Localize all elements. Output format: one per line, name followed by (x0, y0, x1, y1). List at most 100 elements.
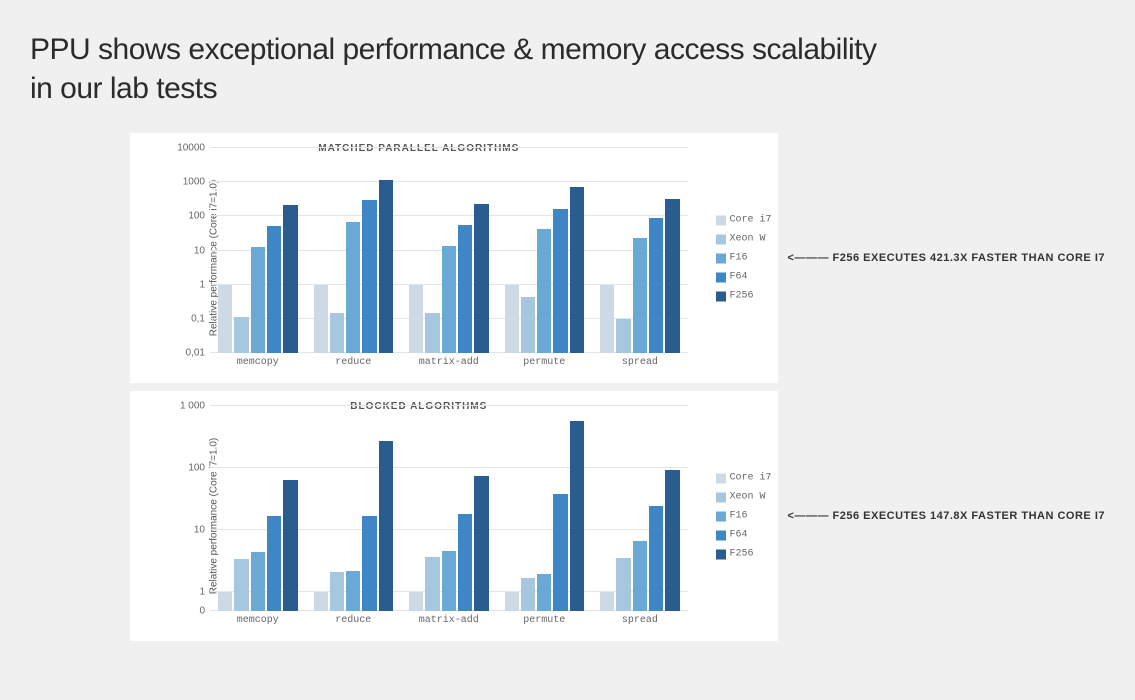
bar (346, 571, 360, 611)
title-line-2: in our lab tests (30, 72, 217, 105)
legend-label: Core i7 (730, 215, 772, 226)
bar (442, 551, 456, 611)
bar (251, 247, 265, 353)
legend-swatch (716, 530, 726, 540)
chart-annotation: <——— F256 EXECUTES 421.3X FASTER THAN CO… (788, 252, 1105, 264)
legend-item: F16 (716, 253, 772, 264)
bar (379, 441, 393, 611)
legend-label: Xeon W (730, 234, 766, 245)
bar (474, 204, 488, 353)
bar (379, 180, 393, 353)
x-tick-label: reduce (306, 353, 402, 368)
bar (570, 187, 584, 353)
charts-container: MATCHED PARALLEL ALGORITHMSRelative perf… (130, 133, 1105, 641)
bar (616, 319, 630, 353)
legend-swatch (716, 291, 726, 301)
bar (633, 541, 647, 611)
bar (425, 557, 439, 611)
bar (649, 506, 663, 612)
x-tick-label: spread (592, 611, 688, 626)
x-tick-label: spread (592, 353, 688, 368)
bar (505, 285, 519, 353)
y-tick-label: 10 (194, 245, 210, 256)
bar-group: matrix-add (401, 148, 497, 353)
x-tick-label: matrix-add (401, 353, 497, 368)
legend-item: Xeon W (716, 234, 772, 245)
bar (251, 552, 265, 611)
bar (570, 421, 584, 611)
legend-swatch (716, 492, 726, 502)
legend-swatch (716, 253, 726, 263)
legend-label: Xeon W (730, 492, 766, 503)
bar-group: reduce (306, 148, 402, 353)
bar-group: spread (592, 148, 688, 353)
legend: Core i7Xeon WF16F64F256 (716, 215, 772, 302)
bar-group: permute (497, 406, 593, 611)
bar-groups: memcopyreducematrix-addpermutespread (210, 148, 688, 353)
legend-item: F256 (716, 549, 772, 560)
bar (314, 592, 328, 611)
bar (218, 285, 232, 353)
y-tick-label: 100 (188, 211, 210, 222)
legend-label: F64 (730, 530, 748, 541)
bar (600, 285, 614, 353)
bar (362, 516, 376, 611)
y-tick-label: 0 (199, 606, 210, 617)
bar-group: reduce (306, 406, 402, 611)
y-tick-label: 0,01 (186, 348, 210, 359)
bar (458, 225, 472, 353)
bar (346, 222, 360, 353)
y-tick-label: 1 (199, 279, 210, 290)
plot-area: 01101001 000memcopyreducematrix-addpermu… (210, 406, 688, 611)
bar (665, 470, 679, 612)
bar (330, 313, 344, 353)
legend-swatch (716, 234, 726, 244)
bar (633, 238, 647, 353)
bar (409, 592, 423, 611)
legend-label: Core i7 (730, 473, 772, 484)
y-tick-label: 10 (194, 525, 210, 536)
bar (521, 578, 535, 611)
bar (442, 246, 456, 353)
legend-label: F256 (730, 549, 754, 560)
bar (553, 209, 567, 353)
legend-item: Xeon W (716, 492, 772, 503)
legend-item: F16 (716, 511, 772, 522)
bar (521, 297, 535, 353)
legend-swatch (716, 473, 726, 483)
y-tick-label: 0,1 (191, 313, 210, 324)
bar (234, 317, 248, 353)
chart-box: MATCHED PARALLEL ALGORITHMSRelative perf… (130, 133, 778, 383)
bar (314, 285, 328, 353)
legend: Core i7 Xeon W F16 F64 F256 (716, 473, 772, 560)
bar (362, 200, 376, 353)
legend-item: F64 (716, 272, 772, 283)
legend-swatch (716, 511, 726, 521)
y-tick-label: 10000 (177, 143, 210, 154)
y-tick-label: 100 (188, 463, 210, 474)
bar (458, 514, 472, 611)
legend-swatch (716, 549, 726, 559)
page-title: PPU shows exceptional performance & memo… (30, 30, 1105, 108)
legend-item: Core i7 (716, 473, 772, 484)
legend-label: F16 (730, 253, 748, 264)
bar (425, 313, 439, 353)
x-tick-label: reduce (306, 611, 402, 626)
chart-annotation: <——— F256 EXECUTES 147.8X FASTER THAN CO… (788, 510, 1105, 522)
bar (474, 476, 488, 611)
y-tick-label: 1 (199, 587, 210, 598)
bar (267, 226, 281, 353)
x-tick-label: permute (497, 353, 593, 368)
chart-row: MATCHED PARALLEL ALGORITHMSRelative perf… (130, 133, 1105, 383)
bar (505, 592, 519, 611)
x-tick-label: memcopy (210, 353, 306, 368)
x-tick-label: memcopy (210, 611, 306, 626)
bar (665, 199, 679, 353)
x-tick-label: matrix-add (401, 611, 497, 626)
plot-area: 0,010,1110100100010000memcopyreducematri… (210, 148, 688, 353)
bar (218, 592, 232, 611)
bar-group: spread (592, 406, 688, 611)
bar-groups: memcopyreducematrix-addpermutespread (210, 406, 688, 611)
bar (600, 592, 614, 611)
legend-item: Core i7 (716, 215, 772, 226)
